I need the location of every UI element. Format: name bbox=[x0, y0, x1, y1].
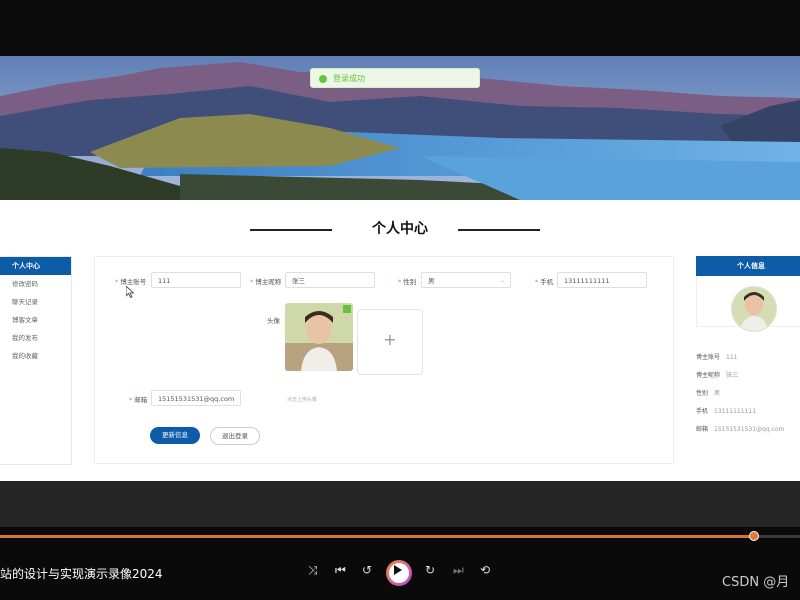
left-menu: 个人中心 修改密码 聊天记录 博客文章 我的发布 我的收藏 bbox=[0, 256, 72, 465]
video-dark-band bbox=[0, 481, 800, 527]
menu-item-chat-history[interactable]: 聊天记录 bbox=[0, 293, 71, 311]
avatar bbox=[731, 286, 777, 332]
menu-item-my-favorites[interactable]: 我的收藏 bbox=[0, 347, 71, 365]
check-icon bbox=[319, 75, 327, 83]
video-top-letterbox bbox=[0, 0, 800, 56]
title-right-line bbox=[458, 229, 540, 231]
phone-input[interactable]: 13111111111 bbox=[557, 272, 647, 288]
nickname-label: * 博主昵称 bbox=[250, 278, 282, 286]
progress-handle[interactable] bbox=[749, 531, 760, 541]
avatar-label: 头像 bbox=[267, 317, 280, 325]
info-card: 个人信息 博主账号 111 博主昵称 张三 性别男 手机 13111111111 邮箱… bbox=[696, 256, 800, 463]
info-phone: 手机 13111111111 bbox=[696, 408, 757, 415]
menu-item-profile[interactable]: 个人中心 bbox=[0, 257, 71, 275]
gender-label: * 性别 bbox=[398, 278, 417, 286]
mouse-cursor-icon bbox=[126, 286, 134, 298]
play-icon bbox=[394, 565, 402, 575]
email-input[interactable]: 15151531531@qq.com bbox=[151, 390, 241, 406]
gender-value: 男 bbox=[428, 277, 435, 285]
loop-icon[interactable]: ⟲ bbox=[480, 563, 490, 577]
phone-label: * 手机 bbox=[535, 278, 554, 286]
toast-text: 登录成功 bbox=[333, 74, 365, 83]
update-info-button[interactable]: 更新信息 bbox=[150, 427, 200, 444]
menu-item-blog-posts[interactable]: 博客文章 bbox=[0, 311, 71, 329]
account-input[interactable]: 111 bbox=[151, 272, 241, 288]
chevron-down-icon: ⌄ bbox=[499, 277, 505, 284]
login-success-toast: 登录成功 bbox=[310, 68, 480, 88]
nickname-input[interactable]: 张三 bbox=[285, 272, 375, 288]
forward-icon[interactable]: ↻ bbox=[425, 563, 435, 577]
upload-hint: 点击上传头像 bbox=[287, 397, 318, 403]
progress-fill bbox=[0, 535, 755, 538]
video-title: 站的设计与实现演示录像2024 bbox=[0, 567, 163, 581]
avatar-upload-box[interactable]: + bbox=[357, 309, 423, 375]
next-icon[interactable]: ⏭ bbox=[453, 563, 464, 578]
info-card-header: 个人信息 bbox=[696, 256, 800, 276]
info-account: 博主账号 111 bbox=[696, 354, 738, 361]
logout-button[interactable]: 退出登录 bbox=[210, 427, 260, 445]
shuffle-icon[interactable]: ⤨ bbox=[308, 563, 318, 578]
previous-icon[interactable]: ⏮ bbox=[335, 563, 346, 578]
gender-select[interactable]: 男 ⌄ bbox=[421, 272, 511, 288]
profile-form: * 博主账号 111 * 博主昵称 张三 * 性别 男 ⌄ * 手机 131111111… bbox=[94, 256, 674, 464]
page-title-area: 个人中心 bbox=[0, 214, 800, 244]
avatar-image bbox=[285, 303, 353, 371]
page-title: 个人中心 bbox=[372, 221, 428, 237]
info-nickname: 博主昵称 张三 bbox=[696, 372, 739, 379]
video-player-controls: 站的设计与实现演示录像2024 ⤨ ⏮ ↺ ↻ ⏭ ⟲ CSDN @月 bbox=[0, 527, 800, 600]
rewind-icon[interactable]: ↺ bbox=[362, 563, 372, 577]
email-label: * 邮箱 bbox=[129, 396, 148, 404]
account-label: * 博主账号 bbox=[115, 278, 147, 286]
play-button[interactable] bbox=[386, 560, 412, 586]
menu-item-change-password[interactable]: 修改密码 bbox=[0, 275, 71, 293]
progress-bar[interactable] bbox=[0, 531, 800, 541]
info-gender: 性别男 bbox=[696, 390, 721, 397]
plus-icon: + bbox=[383, 330, 397, 349]
info-avatar-area bbox=[696, 276, 800, 332]
info-email: 邮箱 15151531531@qq.com bbox=[696, 426, 785, 433]
csdn-watermark: CSDN @月 bbox=[722, 575, 790, 590]
menu-item-my-posts[interactable]: 我的发布 bbox=[0, 329, 71, 347]
web-page: 登录成功 个人中心 个人中心 修改密码 聊天记录 博客文章 我的发布 我的收藏 … bbox=[0, 56, 800, 481]
